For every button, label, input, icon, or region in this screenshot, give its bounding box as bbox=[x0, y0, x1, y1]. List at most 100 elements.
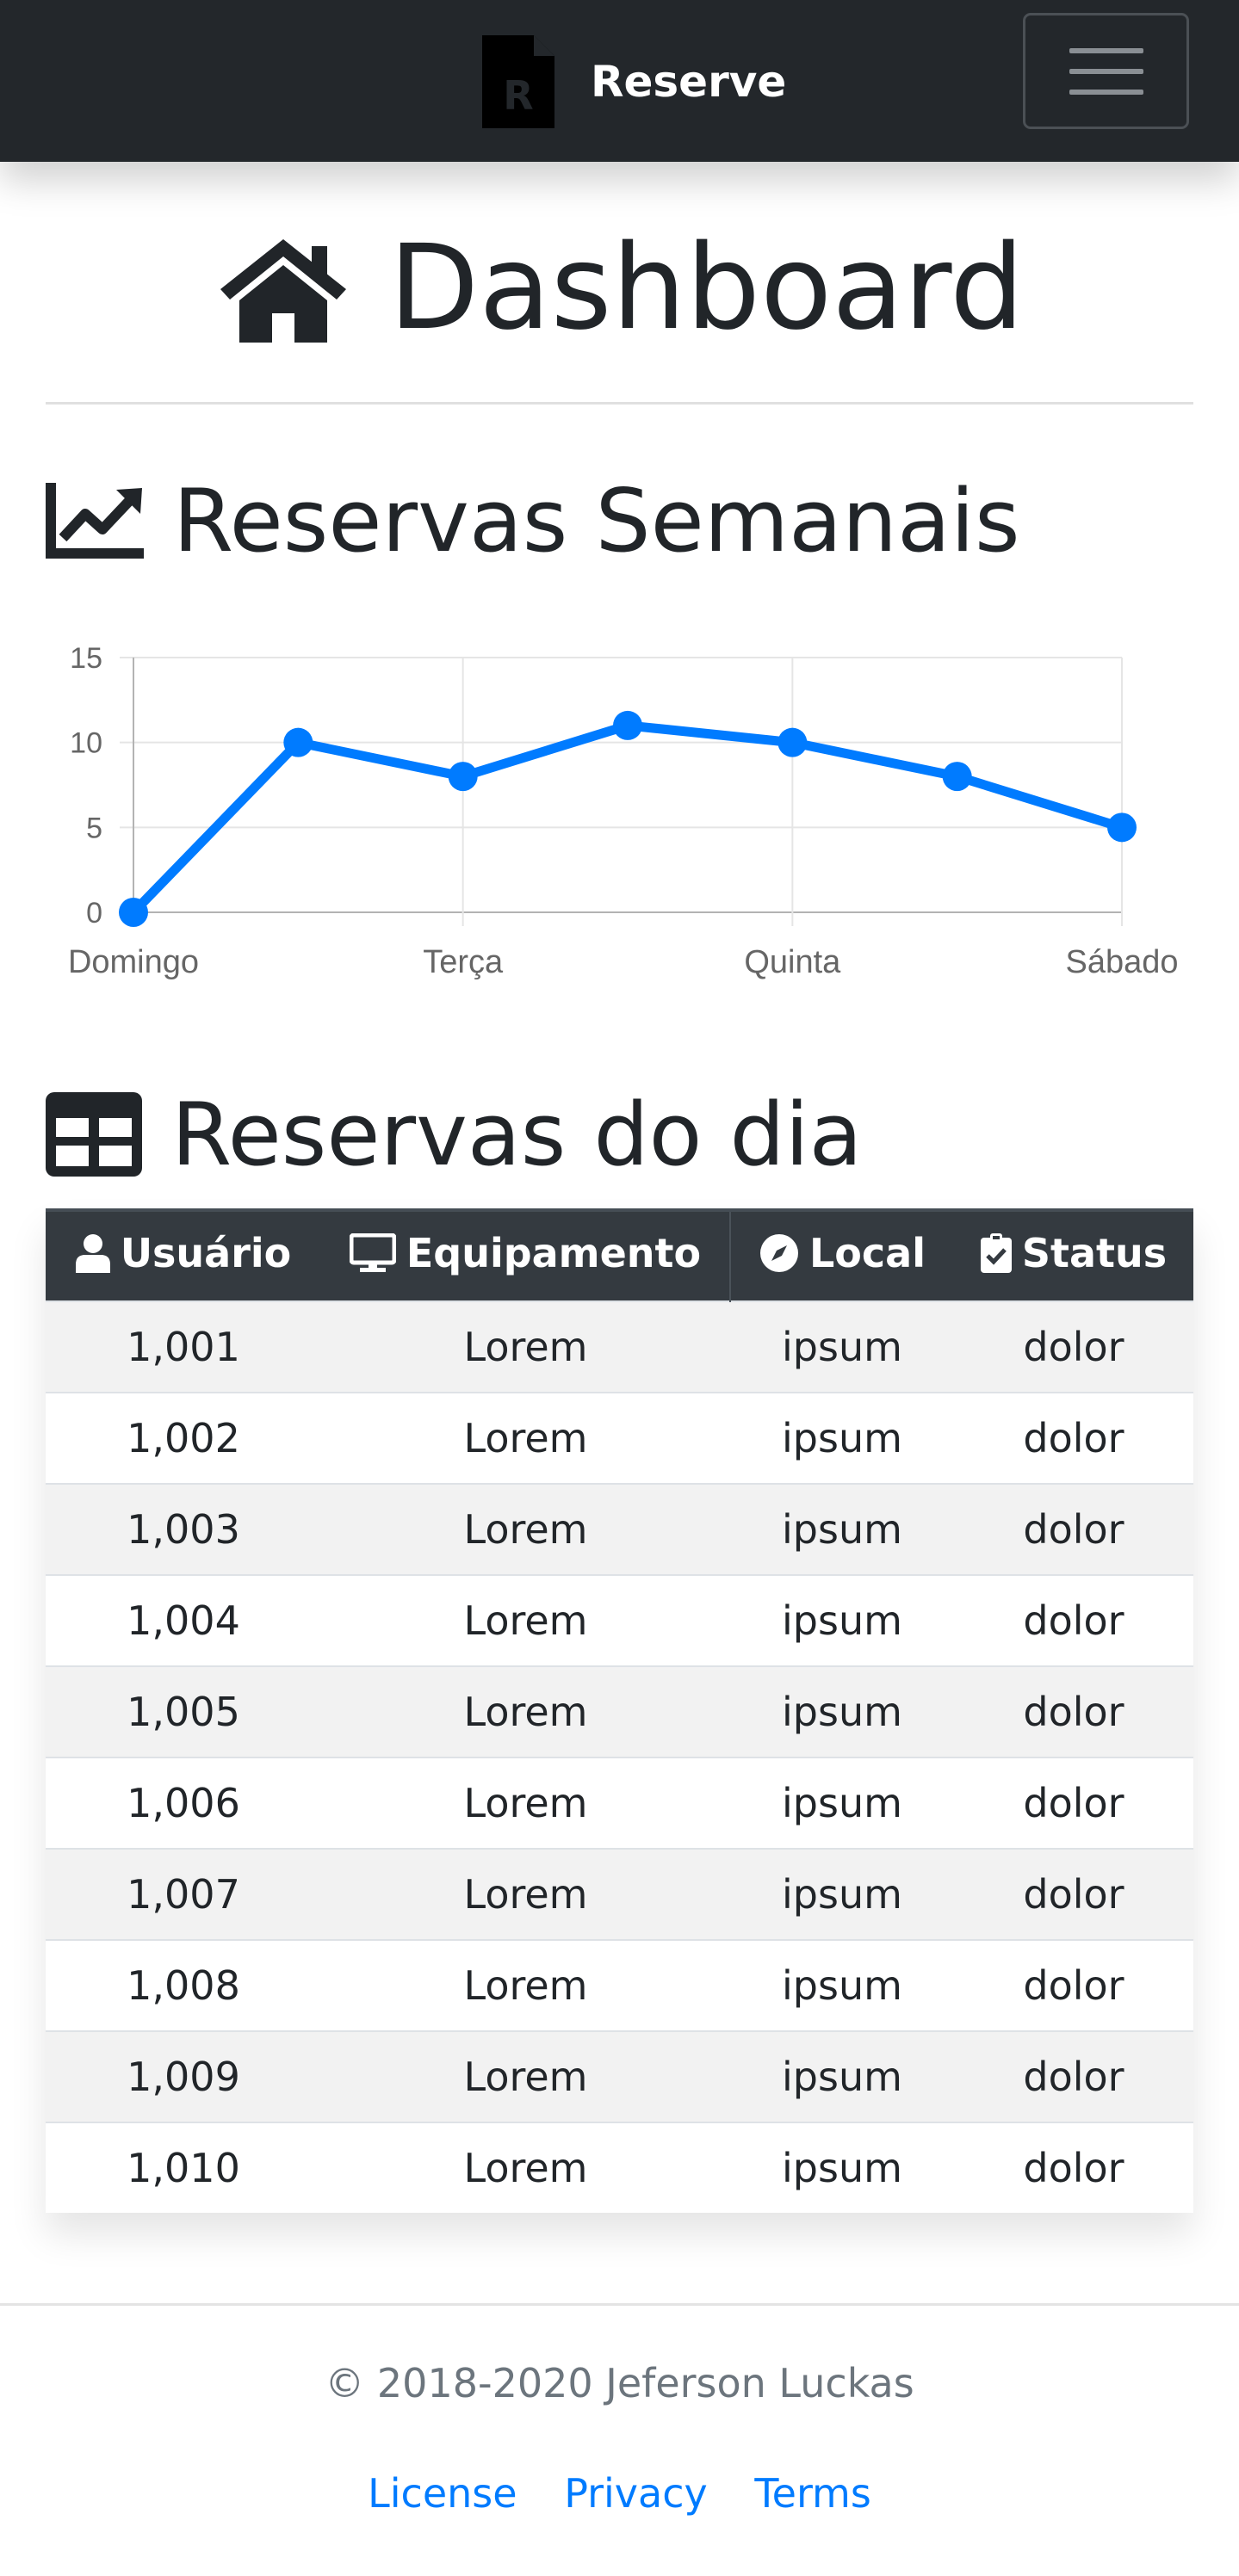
table-icon bbox=[46, 1092, 142, 1177]
table-row[interactable]: 1,010 Lorem ipsum dolor bbox=[46, 2122, 1193, 2213]
cell-status: dolor bbox=[954, 2122, 1193, 2213]
cell-equipamento: Lorem bbox=[321, 1848, 730, 1940]
cell-equipamento: Lorem bbox=[321, 1757, 730, 1849]
table-row[interactable]: 1,007 Lorem ipsum dolor bbox=[46, 1848, 1193, 1940]
data-point bbox=[613, 710, 642, 740]
footer-link-privacy[interactable]: Privacy bbox=[564, 2470, 708, 2517]
cell-usuario: 1,006 bbox=[46, 1757, 321, 1849]
table-row[interactable]: 1,005 Lorem ipsum dolor bbox=[46, 1665, 1193, 1757]
cell-usuario: 1,004 bbox=[46, 1574, 321, 1666]
cell-usuario: 1,003 bbox=[46, 1483, 321, 1575]
table-row[interactable]: 1,008 Lorem ipsum dolor bbox=[46, 1939, 1193, 2031]
y-tick-label: 0 bbox=[86, 897, 102, 930]
cell-equipamento: Lorem bbox=[321, 1483, 730, 1575]
table-row[interactable]: 1,003 Lorem ipsum dolor bbox=[46, 1483, 1193, 1575]
cell-status: dolor bbox=[954, 1757, 1193, 1849]
cell-local: ipsum bbox=[730, 1300, 954, 1393]
x-tick-label: Terça bbox=[423, 944, 504, 980]
footer-link-terms[interactable]: Terms bbox=[754, 2470, 870, 2517]
series-line bbox=[128, 720, 1127, 917]
data-point bbox=[448, 762, 478, 792]
table-row[interactable]: 1,006 Lorem ipsum dolor bbox=[46, 1757, 1193, 1849]
cell-local: ipsum bbox=[730, 1483, 954, 1575]
column-header-status[interactable]: Status bbox=[954, 1208, 1193, 1301]
cell-status: dolor bbox=[954, 2030, 1193, 2122]
cell-status: dolor bbox=[954, 1483, 1193, 1575]
data-point bbox=[1107, 812, 1137, 843]
weekly-reservations-chart: 0 5 10 15 Domingo Terça Quinta Sábado bbox=[68, 642, 1179, 980]
y-tick-label: 10 bbox=[70, 727, 102, 760]
hamburger-icon bbox=[1069, 47, 1143, 53]
cell-local: ipsum bbox=[730, 1574, 954, 1666]
cell-equipamento: Lorem bbox=[321, 2030, 730, 2122]
navbar-toggler-button[interactable] bbox=[1023, 13, 1189, 129]
cell-local: ipsum bbox=[730, 1392, 954, 1484]
cell-equipamento: Lorem bbox=[321, 1665, 730, 1757]
section-title: Reservas do dia bbox=[171, 1083, 863, 1185]
svg-text:R: R bbox=[503, 72, 533, 119]
page-header: Dashboard bbox=[0, 215, 1239, 361]
cell-usuario: 1,007 bbox=[46, 1848, 321, 1940]
daily-reservations-header: Reservas do dia bbox=[46, 1078, 863, 1190]
file-r-icon: R bbox=[482, 35, 554, 128]
cell-local: ipsum bbox=[730, 1848, 954, 1940]
table-row[interactable]: 1,004 Lorem ipsum dolor bbox=[46, 1574, 1193, 1666]
daily-reservations-table: Usuário Equipamento Local Status 1,001 L… bbox=[46, 1208, 1193, 2213]
y-tick-label: 5 bbox=[86, 812, 102, 844]
cell-equipamento: Lorem bbox=[321, 2122, 730, 2213]
footer-link-license[interactable]: License bbox=[368, 2470, 517, 2517]
column-header-usuario[interactable]: Usuário bbox=[46, 1208, 321, 1301]
table-row[interactable]: 1,001 Lorem ipsum dolor bbox=[46, 1300, 1193, 1393]
cell-status: dolor bbox=[954, 1392, 1193, 1484]
x-tick-label: Quinta bbox=[744, 944, 841, 980]
cell-local: ipsum bbox=[730, 1757, 954, 1849]
table-row[interactable]: 1,009 Lorem ipsum dolor bbox=[46, 2030, 1193, 2122]
data-point bbox=[283, 727, 313, 757]
weekly-reservations-header: Reservas Semanais bbox=[46, 465, 1020, 577]
cell-local: ipsum bbox=[730, 2122, 954, 2213]
navbar: R Reserve bbox=[0, 0, 1239, 162]
desktop-icon bbox=[349, 1233, 396, 1272]
cell-equipamento: Lorem bbox=[321, 1939, 730, 2031]
cell-usuario: 1,010 bbox=[46, 2122, 321, 2213]
table-header-row: Usuário Equipamento Local Status bbox=[46, 1208, 1193, 1301]
compass-icon bbox=[760, 1234, 798, 1272]
cell-status: dolor bbox=[954, 1300, 1193, 1393]
page-title: Dashboard bbox=[388, 220, 1025, 356]
footer-links: License Privacy Terms bbox=[0, 2470, 1239, 2517]
cell-local: ipsum bbox=[730, 1939, 954, 2031]
cell-equipamento: Lorem bbox=[321, 1300, 730, 1393]
table-row[interactable]: 1,002 Lorem ipsum dolor bbox=[46, 1392, 1193, 1484]
cell-status: dolor bbox=[954, 1665, 1193, 1757]
data-point bbox=[777, 727, 808, 757]
cell-equipamento: Lorem bbox=[321, 1574, 730, 1666]
navbar-brand[interactable]: R Reserve bbox=[482, 34, 786, 129]
cell-usuario: 1,002 bbox=[46, 1392, 321, 1484]
chart-line-icon bbox=[46, 483, 144, 559]
cell-usuario: 1,009 bbox=[46, 2030, 321, 2122]
divider bbox=[46, 402, 1193, 405]
brand-name: Reserve bbox=[591, 57, 787, 107]
table-body: 1,001 Lorem ipsum dolor 1,002 Lorem ipsum dolor… bbox=[46, 1300, 1193, 2213]
column-header-local[interactable]: Local bbox=[729, 1208, 954, 1301]
data-point bbox=[942, 762, 972, 792]
cell-local: ipsum bbox=[730, 2030, 954, 2122]
column-header-equipamento[interactable]: Equipamento bbox=[321, 1208, 730, 1301]
cell-status: dolor bbox=[954, 1848, 1193, 1940]
x-tick-label: Domingo bbox=[68, 944, 199, 980]
home-icon bbox=[220, 239, 346, 343]
cell-status: dolor bbox=[954, 1939, 1193, 2031]
footer-divider bbox=[0, 2303, 1239, 2306]
y-tick-label: 15 bbox=[70, 642, 102, 675]
section-title: Reservas Semanais bbox=[173, 469, 1020, 571]
cell-usuario: 1,001 bbox=[46, 1300, 321, 1393]
user-icon bbox=[75, 1234, 110, 1273]
copyright-text: © 2018-2020 Jeferson Luckas bbox=[325, 2360, 914, 2406]
x-tick-label: Sábado bbox=[1065, 944, 1178, 980]
daily-reservations-table-container: Usuário Equipamento Local Status 1,001 L… bbox=[46, 1208, 1193, 2213]
cell-status: dolor bbox=[954, 1574, 1193, 1666]
cell-local: ipsum bbox=[730, 1665, 954, 1757]
data-point bbox=[119, 898, 148, 927]
cell-equipamento: Lorem bbox=[321, 1392, 730, 1484]
cell-usuario: 1,008 bbox=[46, 1939, 321, 2031]
